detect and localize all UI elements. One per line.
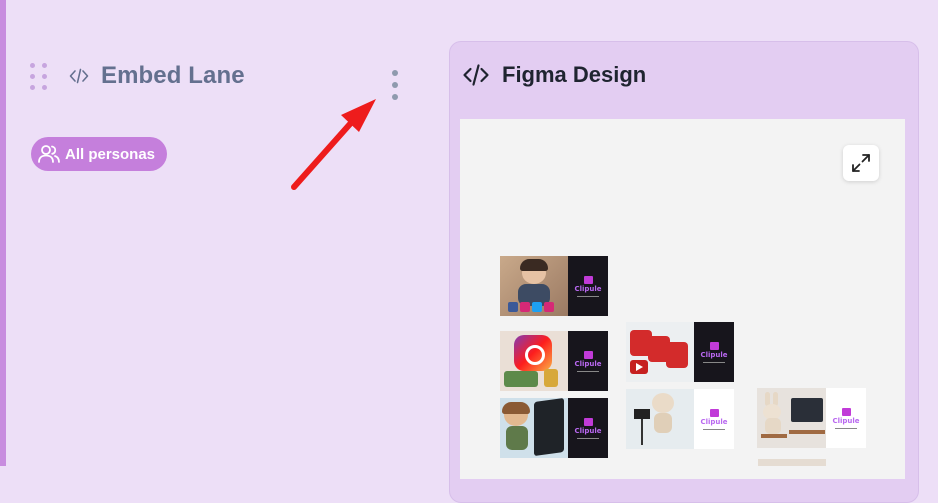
card-header: Figma Design — [462, 62, 646, 88]
users-icon — [37, 143, 61, 165]
lane-accent-bar — [0, 0, 6, 466]
thumbnail-figure-social[interactable]: Clipule — [500, 256, 608, 316]
lane-title: Embed Lane — [101, 62, 245, 89]
code-icon — [69, 67, 91, 85]
expand-icon — [850, 152, 872, 174]
thumbnail-figure-camera[interactable]: Clipule — [626, 389, 734, 449]
persona-filter-badge[interactable]: All personas — [31, 137, 168, 171]
thumbnail-figure-tablet[interactable]: Clipule — [500, 398, 608, 458]
code-icon — [462, 63, 490, 87]
card-title: Figma Design — [502, 62, 647, 87]
kebab-menu-icon[interactable] — [392, 70, 398, 100]
thumbnail-youtube-buttons[interactable]: Clipule — [626, 322, 734, 382]
thumbnail-bunny-monitor[interactable]: Clipule — [757, 388, 866, 448]
thumbnail-instagram-cash[interactable]: Clipule — [500, 331, 608, 391]
lane-header: Embed Lane — [30, 62, 245, 90]
thumbnail-partial[interactable] — [758, 459, 826, 466]
drag-handle-icon[interactable] — [30, 62, 47, 90]
persona-badge-label: All personas — [65, 145, 156, 163]
expand-button[interactable] — [843, 145, 879, 181]
